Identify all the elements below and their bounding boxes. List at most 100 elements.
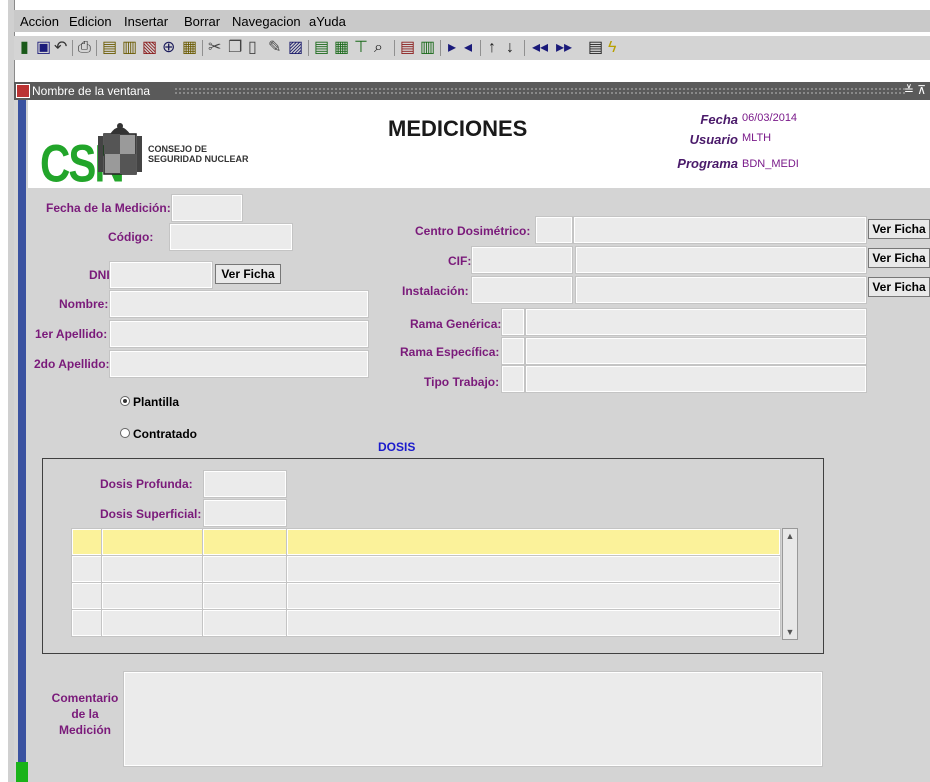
next-record-icon[interactable]: ▸ xyxy=(448,39,456,57)
cif-code-field[interactable] xyxy=(471,246,573,274)
instalacion-code-field[interactable] xyxy=(471,276,573,304)
dni-field[interactable] xyxy=(109,261,213,289)
radio-plantilla-circle[interactable] xyxy=(120,396,130,406)
nombre-field[interactable] xyxy=(109,290,369,318)
window-minimize-icon[interactable]: ≚ ⊼ xyxy=(904,83,926,97)
paste-icon[interactable]: ▯ xyxy=(248,39,257,57)
radio-contratado[interactable]: Contratado xyxy=(120,427,197,441)
duplicate-record-icon[interactable]: ▦ xyxy=(334,39,349,57)
apellido2-field[interactable] xyxy=(109,350,369,378)
apellido1-field[interactable] xyxy=(109,320,369,348)
cut-icon[interactable]: ✂ xyxy=(208,39,221,57)
previous-record-icon[interactable]: ◂ xyxy=(464,39,472,57)
logo-subtitle: CONSEJO DE SEGURIDAD NUCLEAR xyxy=(148,144,249,164)
table-cell[interactable] xyxy=(101,528,204,556)
comentario-label-line1: Comentario xyxy=(51,691,119,705)
table-cell[interactable] xyxy=(202,582,288,610)
list-icon[interactable]: ▤ xyxy=(588,39,603,57)
rama-especifica-label: Rama Específica: xyxy=(400,345,500,359)
table-cell[interactable] xyxy=(202,528,288,556)
tree-icon[interactable]: ⊤ xyxy=(354,39,368,57)
save-icon[interactable]: ▣ xyxy=(36,39,51,57)
next-block-icon[interactable]: ▸▸ xyxy=(556,39,572,57)
table-cell[interactable] xyxy=(101,555,204,583)
cancel-query-icon[interactable]: ▧ xyxy=(142,39,157,57)
logo-subtitle-line1: CONSEJO DE xyxy=(148,144,208,154)
previous-block-icon[interactable]: ◂◂ xyxy=(532,39,548,57)
fecha-medicion-label: Fecha de la Medición: xyxy=(46,201,171,215)
copy-icon[interactable]: ❐ xyxy=(228,39,242,57)
table-cell[interactable] xyxy=(71,528,103,556)
toolbar-separator xyxy=(394,40,395,56)
programa-label: Programa xyxy=(677,156,738,171)
centro-name-field[interactable] xyxy=(573,216,867,244)
clear-record-icon[interactable]: ▥ xyxy=(420,39,435,57)
usuario-value: MLTH xyxy=(742,132,772,144)
table-cell[interactable] xyxy=(71,609,103,637)
up-arrow-icon[interactable]: ↑ xyxy=(488,39,496,57)
cif-name-field[interactable] xyxy=(575,246,867,274)
programa-value: BDN_MEDI xyxy=(742,158,799,170)
tipo-trabajo-code-field[interactable] xyxy=(501,365,525,393)
dosis-section-title: DOSIS xyxy=(378,440,416,454)
fecha-medicion-field[interactable] xyxy=(171,194,243,222)
menu-navegacion[interactable]: Navegacion xyxy=(232,14,301,29)
rama-especifica-name-field[interactable] xyxy=(525,337,867,365)
comentario-label-line2: de la xyxy=(71,707,99,721)
table-cell[interactable] xyxy=(286,528,781,556)
query-icon[interactable]: ▤ xyxy=(102,39,117,57)
instalacion-name-field[interactable] xyxy=(575,276,867,304)
dosis-profunda-label: Dosis Profunda: xyxy=(100,477,193,491)
down-arrow-icon[interactable]: ↓ xyxy=(506,39,514,57)
table-cell[interactable] xyxy=(202,555,288,583)
apellido1-label: 1er Apellido: xyxy=(35,327,108,341)
execute-query-icon[interactable]: ▥ xyxy=(122,39,137,57)
instalacion-ver-ficha-button[interactable]: Ver Ficha xyxy=(868,277,930,297)
rama-especifica-code-field[interactable] xyxy=(501,337,525,365)
dni-ver-ficha-button[interactable]: Ver Ficha xyxy=(215,264,281,284)
lightning-icon[interactable]: ϟ xyxy=(608,39,616,57)
edit-icon[interactable]: ✎ xyxy=(268,39,281,57)
rama-generica-code-field[interactable] xyxy=(501,308,525,336)
menu-borrar[interactable]: Borrar xyxy=(184,14,220,29)
table-cell[interactable] xyxy=(286,555,781,583)
table-cell[interactable] xyxy=(71,555,103,583)
radio-contratado-circle[interactable] xyxy=(120,428,130,438)
usuario-label: Usuario xyxy=(689,132,738,147)
codigo-field[interactable] xyxy=(169,223,293,251)
table-cell[interactable] xyxy=(71,582,103,610)
menu-ayuda[interactable]: aYuda xyxy=(309,14,346,29)
count-query-icon[interactable]: ▦ xyxy=(182,39,197,57)
centro-code-field[interactable] xyxy=(535,216,573,244)
dosis-scrollbar[interactable]: ▲ ▼ xyxy=(782,528,798,640)
undo-icon[interactable]: ↶ xyxy=(54,39,67,57)
tipo-trabajo-label: Tipo Trabajo: xyxy=(424,375,500,389)
scroll-up-icon[interactable]: ▲ xyxy=(784,530,796,542)
radio-plantilla[interactable]: Plantilla xyxy=(120,395,179,409)
dosis-profunda-field[interactable] xyxy=(203,470,287,498)
zoom-icon[interactable]: ⊕ xyxy=(162,39,175,57)
dosis-superficial-field[interactable] xyxy=(203,499,287,527)
exit-icon[interactable]: ▮ xyxy=(20,39,29,57)
table-cell[interactable] xyxy=(202,609,288,637)
logo-subtitle-line2: SEGURIDAD NUCLEAR xyxy=(148,154,249,164)
tipo-trabajo-name-field[interactable] xyxy=(525,365,867,393)
table-cell[interactable] xyxy=(286,609,781,637)
scroll-down-icon[interactable]: ▼ xyxy=(784,626,796,638)
comentario-field[interactable] xyxy=(123,671,823,767)
menu-edicion[interactable]: Edicion xyxy=(69,14,112,29)
insert-record-icon[interactable]: ▤ xyxy=(314,39,329,57)
find-icon[interactable]: ⌕ xyxy=(374,39,383,57)
print-icon[interactable]: ⎙ xyxy=(78,39,91,57)
menu-insertar[interactable]: Insertar xyxy=(124,14,168,29)
centro-ver-ficha-button[interactable]: Ver Ficha xyxy=(868,219,930,239)
cif-ver-ficha-button[interactable]: Ver Ficha xyxy=(868,248,930,268)
rama-generica-label: Rama Genérica: xyxy=(410,317,502,331)
menu-accion[interactable]: Accion xyxy=(20,14,59,29)
rama-generica-name-field[interactable] xyxy=(525,308,867,336)
edit-field-icon[interactable]: ▨ xyxy=(288,39,303,57)
table-cell[interactable] xyxy=(101,582,204,610)
table-cell[interactable] xyxy=(286,582,781,610)
table-cell[interactable] xyxy=(101,609,204,637)
delete-record-icon[interactable]: ▤ xyxy=(400,39,415,57)
